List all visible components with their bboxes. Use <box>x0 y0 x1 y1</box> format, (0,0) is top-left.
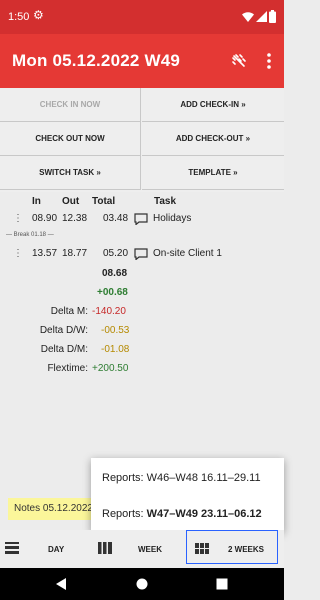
battery-icon <box>269 10 276 23</box>
row-out: 12.38 <box>62 213 88 224</box>
day-delta: +00.68 <box>97 287 128 298</box>
selection-highlight <box>186 530 278 564</box>
reports-menu-item-2-range: W47–W49 23.11–06.12 <box>146 508 262 520</box>
gear-icon: ⚙ <box>33 8 44 22</box>
delta-dm-label: Delta D/M: <box>40 344 88 355</box>
flextime-value: +200.50 <box>92 363 129 374</box>
signal-icon <box>256 11 267 22</box>
header-in: In <box>32 196 41 207</box>
back-icon[interactable] <box>55 578 67 590</box>
row-in: 08.90 <box>32 213 58 224</box>
system-nav-bar <box>0 568 284 600</box>
day-total: 08.68 <box>102 268 128 279</box>
header-task: Task <box>154 196 177 207</box>
switch-task-button[interactable]: SWITCH TASK » <box>0 156 141 190</box>
check-out-now-button[interactable]: CHECK OUT NOW <box>0 122 141 156</box>
home-icon[interactable] <box>136 578 148 590</box>
status-bar: 1:50 ⚙ <box>0 0 284 34</box>
reports-menu-item-2-prefix: Reports: <box>102 508 147 520</box>
template-button[interactable]: TEMPLATE » <box>142 156 284 190</box>
alarm-off-icon[interactable] <box>230 52 248 70</box>
row-out: 18.77 <box>62 248 88 259</box>
week-view-icon <box>98 542 112 554</box>
flextime-label: Flextime: <box>47 363 88 374</box>
reports-menu: Reports: W46–W48 16.11–29.11 Reports: W4… <box>91 458 284 532</box>
header-total: Total <box>92 196 116 207</box>
delta-m-label: Delta M: <box>50 306 88 317</box>
delta-m-value: -140.20 <box>92 306 126 317</box>
delta-dw-label: Delta D/W: <box>39 325 88 336</box>
more-vert-icon[interactable] <box>266 52 272 70</box>
comment-icon[interactable] <box>134 213 148 225</box>
row-task: Holidays <box>153 213 192 224</box>
status-time: 1:50 <box>8 11 30 23</box>
delta-dm-value: -01.08 <box>101 344 130 355</box>
row-menu-icon[interactable]: ⋮ <box>13 248 23 259</box>
row-total: 05.20 <box>103 248 129 259</box>
add-check-out-button[interactable]: ADD CHECK-OUT » <box>142 122 284 156</box>
row-task: On-site Client 1 <box>153 248 222 259</box>
row-menu-icon[interactable]: ⋮ <box>13 213 23 224</box>
break-label: — Break 01.18 — <box>6 232 54 238</box>
row-in: 13.57 <box>32 248 58 259</box>
day-button[interactable]: DAY <box>48 530 64 568</box>
delta-dw-value: -00.53 <box>101 325 130 336</box>
header-out: Out <box>62 196 80 207</box>
app-bar: Mon 05.12.2022 W49 <box>0 34 284 88</box>
page-title: Mon 05.12.2022 W49 <box>12 51 181 70</box>
action-grid: CHECK IN NOW ADD CHECK-IN » CHECK OUT NO… <box>0 88 284 192</box>
reports-menu-item-1[interactable]: Reports: W46–W48 16.11–29.11 <box>102 472 261 484</box>
table-row[interactable]: ⋮ 13.57 18.77 05.20 On-site Client 1 <box>0 245 284 263</box>
week-button[interactable]: WEEK <box>138 530 162 568</box>
wifi-icon <box>242 12 254 22</box>
check-in-now-button[interactable]: CHECK IN NOW <box>0 88 141 122</box>
comment-icon[interactable] <box>134 248 148 260</box>
reports-menu-item-2[interactable]: Reports: W47–W49 23.11–06.12 <box>102 508 262 520</box>
add-check-in-button[interactable]: ADD CHECK-IN » <box>142 88 284 122</box>
day-view-icon <box>5 542 19 554</box>
recents-icon[interactable] <box>216 578 228 590</box>
table-row[interactable]: ⋮ 08.90 12.38 03.48 Holidays <box>0 210 284 228</box>
row-total: 03.48 <box>103 213 129 224</box>
